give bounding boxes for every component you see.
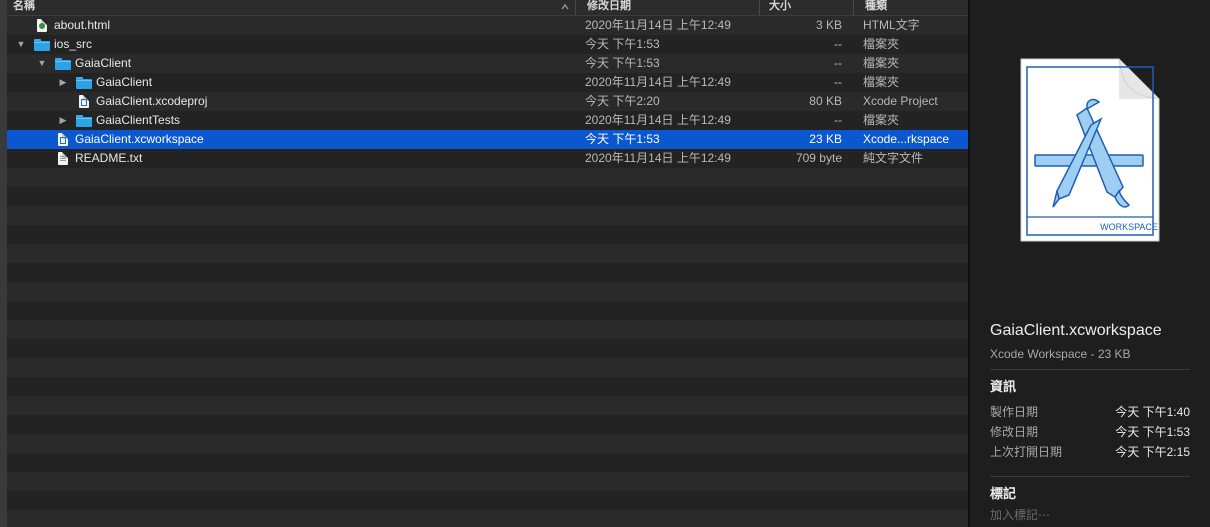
info-value-modified: 今天 下午1:53 (1115, 425, 1190, 439)
empty-row (7, 301, 969, 320)
file-size: 80 KB (809, 94, 842, 108)
empty-row (7, 263, 969, 282)
divider (990, 476, 1190, 477)
empty-row (7, 282, 969, 301)
file-size: -- (834, 56, 842, 70)
column-divider[interactable] (853, 0, 854, 15)
file-size: -- (834, 113, 842, 127)
modified-date: 今天 下午2:20 (585, 94, 660, 108)
empty-row (7, 358, 969, 377)
file-name[interactable]: about.html (54, 16, 568, 35)
column-header-name[interactable]: 名稱 (13, 0, 35, 15)
file-kind: Xcode...rkspace (863, 132, 950, 146)
file-name[interactable]: GaiaClient (75, 54, 568, 73)
file-size: 3 KB (815, 18, 842, 32)
file-size: 23 KB (809, 132, 842, 146)
folder-icon (55, 58, 71, 70)
info-value-last-opened: 今天 下午2:15 (1115, 445, 1190, 459)
list-header: 名稱 修改日期 大小 種類 (7, 0, 969, 16)
empty-row (7, 396, 969, 415)
empty-row (7, 320, 969, 339)
file-kind: 檔案夾 (863, 113, 900, 127)
file-kind: 檔案夾 (863, 75, 900, 89)
table-row[interactable]: ▶ GaiaClient 2020年11月14日 上午12:49 -- 檔案夾 (7, 73, 969, 92)
info-label-created: 製作日期 (990, 405, 1039, 419)
file-name[interactable]: GaiaClientTests (96, 111, 568, 130)
disclosure-expanded-icon[interactable]: ▼ (15, 35, 27, 54)
file-name[interactable]: GaiaClient (96, 73, 568, 92)
empty-row (7, 187, 969, 206)
file-size: 709 byte (795, 151, 842, 165)
text-file-icon (58, 152, 68, 165)
info-value-created: 今天 下午1:40 (1115, 405, 1190, 419)
info-label-modified: 修改日期 (990, 425, 1039, 439)
modified-date: 今天 下午1:53 (585, 56, 660, 70)
empty-row (7, 225, 969, 244)
file-size: -- (834, 37, 842, 51)
modified-date: 今天 下午1:53 (585, 37, 660, 51)
empty-row (7, 339, 969, 358)
folder-icon (76, 115, 92, 127)
empty-row (7, 434, 969, 453)
column-divider[interactable] (759, 0, 760, 15)
empty-row (7, 415, 969, 434)
xcworkspace-file-icon (58, 133, 68, 146)
table-row[interactable]: ▼ ios_src 今天 下午1:53 -- 檔案夾 (7, 35, 969, 54)
file-kind: 檔案夾 (863, 56, 900, 70)
add-tags-field[interactable]: 加入標記⋯ (990, 506, 1050, 523)
preview-badge: WORKSPACE (1100, 222, 1158, 232)
preview-title: GaiaClient.xcworkspace (990, 322, 1162, 339)
file-name[interactable]: GaiaClient.xcodeproj (96, 92, 568, 111)
file-kind: Xcode Project (863, 94, 938, 108)
modified-date: 2020年11月14日 上午12:49 (585, 75, 731, 89)
file-kind: 純文字文件 (863, 151, 924, 165)
window-left-edge (0, 0, 7, 527)
table-row[interactable]: ▼ GaiaClient 今天 下午1:53 -- 檔案夾 (7, 54, 969, 73)
modified-date: 2020年11月14日 上午12:49 (585, 18, 731, 32)
table-row[interactable]: README.txt 2020年11月14日 上午12:49 709 byte 純文字… (7, 149, 969, 168)
table-row[interactable]: GaiaClient.xcworkspace 今天 下午1:53 23 KB Xcod… (7, 130, 969, 149)
info-label-last-opened: 上次打開日期 (990, 445, 1063, 459)
empty-row (7, 206, 969, 225)
column-header-size[interactable]: 大小 (769, 0, 791, 15)
file-kind: HTML文字 (863, 18, 920, 32)
file-name[interactable]: GaiaClient.xcworkspace (75, 130, 568, 149)
empty-row (7, 377, 969, 396)
modified-date: 2020年11月14日 上午12:49 (585, 113, 731, 127)
file-kind: 檔案夾 (863, 37, 900, 51)
divider (990, 369, 1190, 370)
file-list[interactable]: 名稱 修改日期 大小 種類 about.html 2020年11月14日 上午12… (7, 0, 969, 527)
empty-row (7, 244, 969, 263)
table-row[interactable]: ▶ GaiaClientTests 2020年11月14日 上午12:49 -- 檔案夾 (7, 111, 969, 130)
html-file-icon (37, 19, 47, 32)
empty-row (7, 453, 969, 472)
empty-row (7, 168, 969, 187)
tags-heading: 標記 (990, 486, 1017, 501)
modified-date: 今天 下午1:53 (585, 132, 660, 146)
disclosure-expanded-icon[interactable]: ▼ (36, 54, 48, 73)
empty-row (7, 472, 969, 491)
preview-subtitle: Xcode Workspace - 23 KB (990, 347, 1131, 361)
table-row[interactable]: about.html 2020年11月14日 上午12:49 3 KB HTML文字 (7, 16, 969, 35)
sort-ascending-icon (559, 1, 571, 13)
file-name[interactable]: ios_src (54, 35, 568, 54)
modified-date: 2020年11月14日 上午12:49 (585, 151, 731, 165)
empty-row (7, 491, 969, 510)
preview-pane: WORKSPACE GaiaClient.xcworkspace Xcode W… (970, 0, 1210, 527)
xcodeproj-file-icon (79, 95, 89, 108)
column-header-kind[interactable]: 種類 (865, 0, 887, 15)
folder-icon (34, 39, 50, 51)
disclosure-collapsed-icon[interactable]: ▶ (57, 73, 69, 92)
file-name[interactable]: README.txt (75, 149, 568, 168)
column-header-modified[interactable]: 修改日期 (587, 0, 631, 15)
folder-icon (76, 77, 92, 89)
empty-row (7, 510, 969, 527)
disclosure-collapsed-icon[interactable]: ▶ (57, 111, 69, 130)
table-row[interactable]: GaiaClient.xcodeproj 今天 下午2:20 80 KB Xcode … (7, 92, 969, 111)
column-divider[interactable] (575, 0, 576, 15)
info-heading: 資訊 (990, 379, 1017, 394)
file-size: -- (834, 75, 842, 89)
xcworkspace-document-icon: WORKSPACE (1019, 57, 1161, 248)
